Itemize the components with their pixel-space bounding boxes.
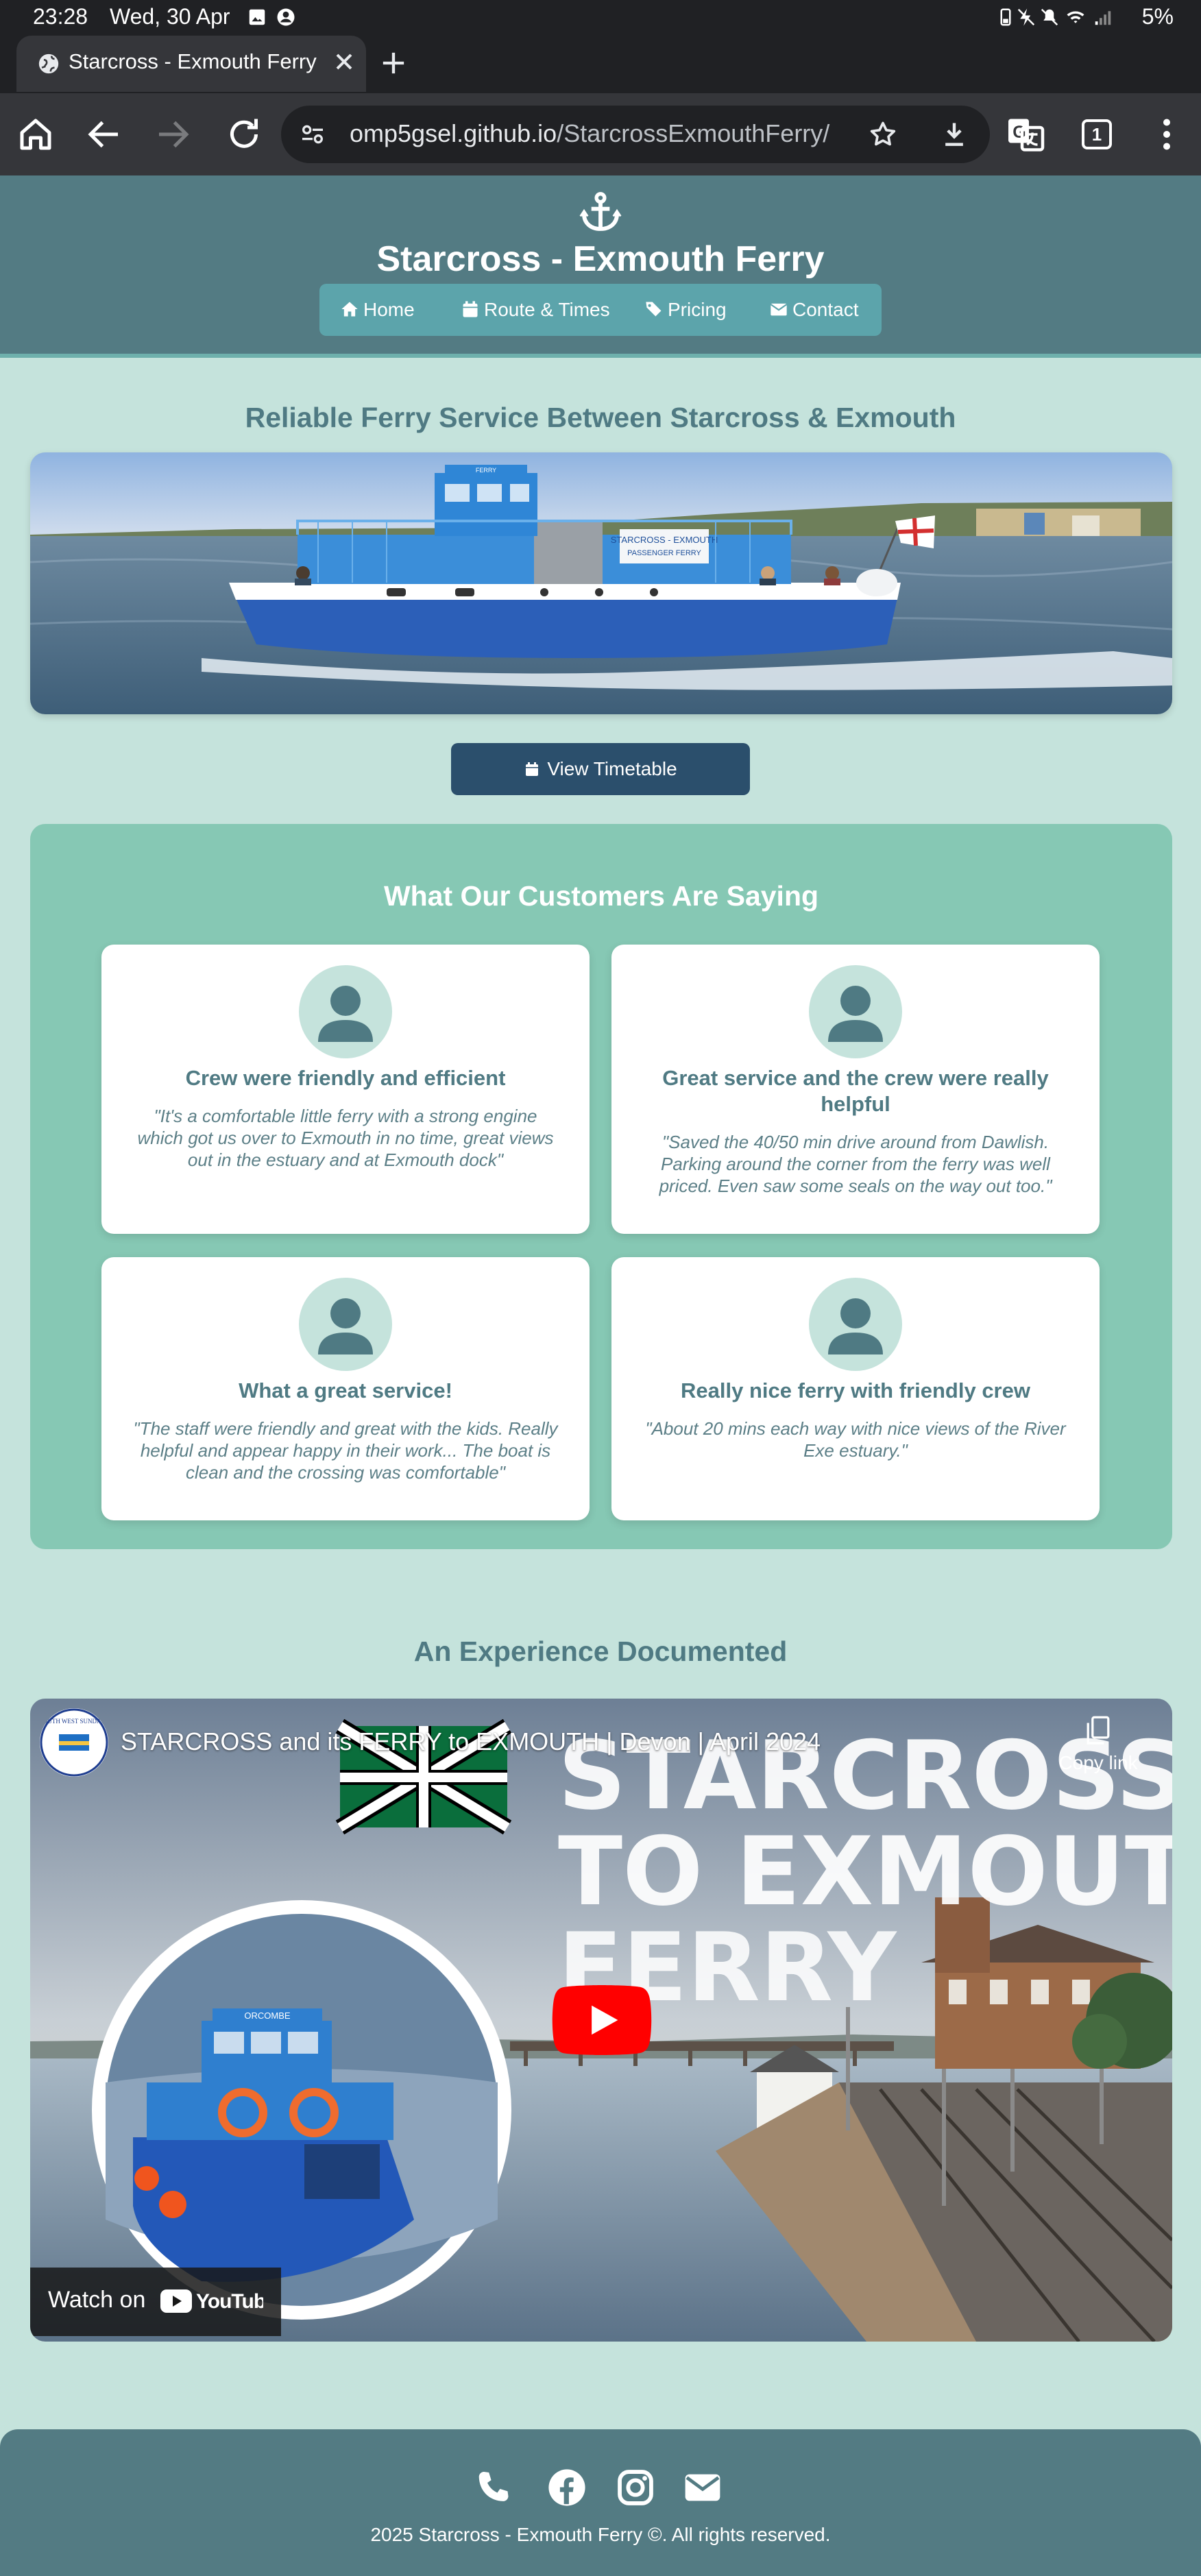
testimonial-card: Crew were friendly and efficient "It's a… [101,945,590,1234]
nav-route-times-label: Route & Times [484,299,610,320]
youtube-embed[interactable]: STARCROSS TO EXMOUTH FERRY ORCOMBE SOUTH… [30,1699,1172,2342]
download-icon[interactable] [939,119,969,149]
facebook-icon[interactable] [547,2468,587,2507]
status-bar: 23:28 Wed, 30 Apr 5% [0,0,1201,36]
nav-pricing[interactable]: Pricing [644,296,727,324]
watch-on-youtube-button[interactable]: Watch on YouTube [30,2268,281,2336]
status-time: 23:28 [33,4,88,29]
testimonial-title: What a great service! [239,1378,452,1402]
no-flash-icon [1017,8,1035,26]
tab-strip: Starcross - Exmouth Ferry [0,36,1201,93]
testimonial-title: Crew were friendly and efficient [185,1066,506,1090]
site-header: Starcross - Exmouth Ferry Home Route & T… [0,175,1201,358]
battery-level: 5% [1141,4,1174,29]
copy-icon [1087,1716,1110,1745]
url-text: omp5gsel.github.io/StarcrossExmouthFerry… [350,119,829,148]
nav-contact-label: Contact [792,299,859,320]
copyright-text: 2025 Starcross - Exmouth Ferry ©. All ri… [370,2524,831,2545]
envelope-icon [770,303,788,316]
reload-icon[interactable] [223,114,265,155]
testimonials-title: What Our Customers Are Saying [383,880,819,912]
hero-boat-sign: STARCROSS - EXMOUTH [611,535,718,545]
youtube-wordmark: YouTube [196,2290,263,2313]
view-timetable-label: View Timetable [547,758,677,779]
copy-link-button[interactable]: Copy link [1050,1715,1146,1784]
watch-on-label: Watch on [48,2287,146,2313]
play-button-icon[interactable] [551,1985,653,2055]
user-avatar-icon [299,1278,392,1371]
nav-home[interactable]: Home [340,296,415,324]
bookmark-star-icon[interactable] [868,119,898,149]
user-avatar-icon [809,1278,902,1371]
tab-title: Starcross - Exmouth Ferry [69,49,317,73]
video-section-title: An Experience Documented [413,1636,788,1667]
user-avatar-icon [299,965,392,1058]
hero-ferry-photo: STARCROSS - EXMOUTH PASSENGER FERRY FERR… [30,452,1172,714]
tags-icon [646,302,662,317]
testimonial-card: Really nice ferry with friendly crew "Ab… [611,1257,1100,1520]
home-icon[interactable] [15,114,56,155]
user-avatar-icon [809,965,902,1058]
home-icon [341,302,358,317]
close-tab-icon[interactable] [328,45,361,78]
testimonial-title: Great service and the crew were really h… [662,1066,1049,1116]
video-title[interactable]: STARCROSS and its FERRY to EXMOUTH | Dev… [121,1727,821,1756]
south-west-sundays-logo: SOUTH WEST SUNDAYS [40,1708,108,1777]
calendar-icon [463,301,478,317]
hero-title: Reliable Ferry Service Between Starcross… [245,402,956,433]
url-host: omp5gsel.github.io [350,119,557,147]
mute-icon [1041,8,1058,26]
browser-toolbar: omp5gsel.github.io/StarcrossExmouthFerry… [0,93,1201,175]
testimonial-title: Really nice ferry with friendly crew [681,1378,1030,1402]
browser-tab[interactable]: Starcross - Exmouth Ferry [16,36,366,92]
site-title: Starcross - Exmouth Ferry [376,239,825,279]
testimonial-card: What a great service! "The staff were fr… [101,1257,590,1520]
address-bar[interactable]: omp5gsel.github.io/StarcrossExmouthFerry… [281,106,990,163]
testimonial-quote: "It's a comfortable little ferry with a … [137,1106,554,1170]
battery-saver-icon [1000,8,1011,26]
nav-contact[interactable]: Contact [769,296,859,324]
translate-icon[interactable]: G [1005,114,1046,155]
youtube-logo-icon: YouTube [160,2289,263,2313]
instagram-icon[interactable] [616,2468,655,2507]
forward-icon[interactable] [152,114,193,155]
view-timetable-button[interactable]: View Timetable [451,743,750,795]
testimonials-section: What Our Customers Are Saying Crew were … [30,824,1172,1549]
new-tab-icon[interactable] [376,45,411,81]
tab-switcher-button[interactable]: 1 [1082,119,1112,149]
globe-icon [38,53,59,74]
url-path: /StarcrossExmouthFerry/ [557,119,830,147]
svg-text:G: G [1012,123,1026,142]
channel-avatar[interactable]: SOUTH WEST SUNDAYS [40,1708,108,1777]
signal-icon [1095,11,1111,25]
copy-link-label: Copy link [1058,1752,1138,1773]
channel-logo-text: SOUTH WEST SUNDAYS [40,1718,108,1725]
testimonial-quote: "The staff were friendly and great with … [133,1418,558,1483]
hero-boat-sign-sub: PASSENGER FERRY [627,549,701,557]
thumbnail-boat-name: ORCOMBE [244,2010,291,2021]
image-notification-icon [249,9,265,25]
nav-route-times[interactable]: Route & Times [461,296,610,324]
wifi-icon [1067,11,1084,23]
main-nav: Home Route & Times Pricing Contact [319,284,882,336]
anchor-icon [579,192,622,231]
thumbnail-title-line-2: TO EXMOUTH [558,1816,1172,1927]
hero-wheelhouse-sign: FERRY [476,467,496,474]
nav-home-label: Home [363,299,415,320]
calendar-icon [526,762,539,776]
nav-pricing-label: Pricing [668,299,727,320]
testimonial-quote: "About 20 mins each way with nice views … [645,1418,1066,1461]
site-settings-icon[interactable] [299,121,326,148]
status-date: Wed, 30 Apr [110,4,230,29]
testimonial-card: Great service and the crew were really h… [611,945,1100,1234]
phone-icon[interactable] [473,2468,513,2507]
menu-kebab-icon[interactable] [1146,114,1187,155]
site-footer: 2025 Starcross - Exmouth Ferry ©. All ri… [0,2429,1201,2576]
account-notification-icon [277,8,295,26]
back-icon[interactable] [84,114,125,155]
testimonial-quote: "Saved the 40/50 min drive around from D… [659,1132,1052,1196]
envelope-icon[interactable] [683,2468,723,2507]
